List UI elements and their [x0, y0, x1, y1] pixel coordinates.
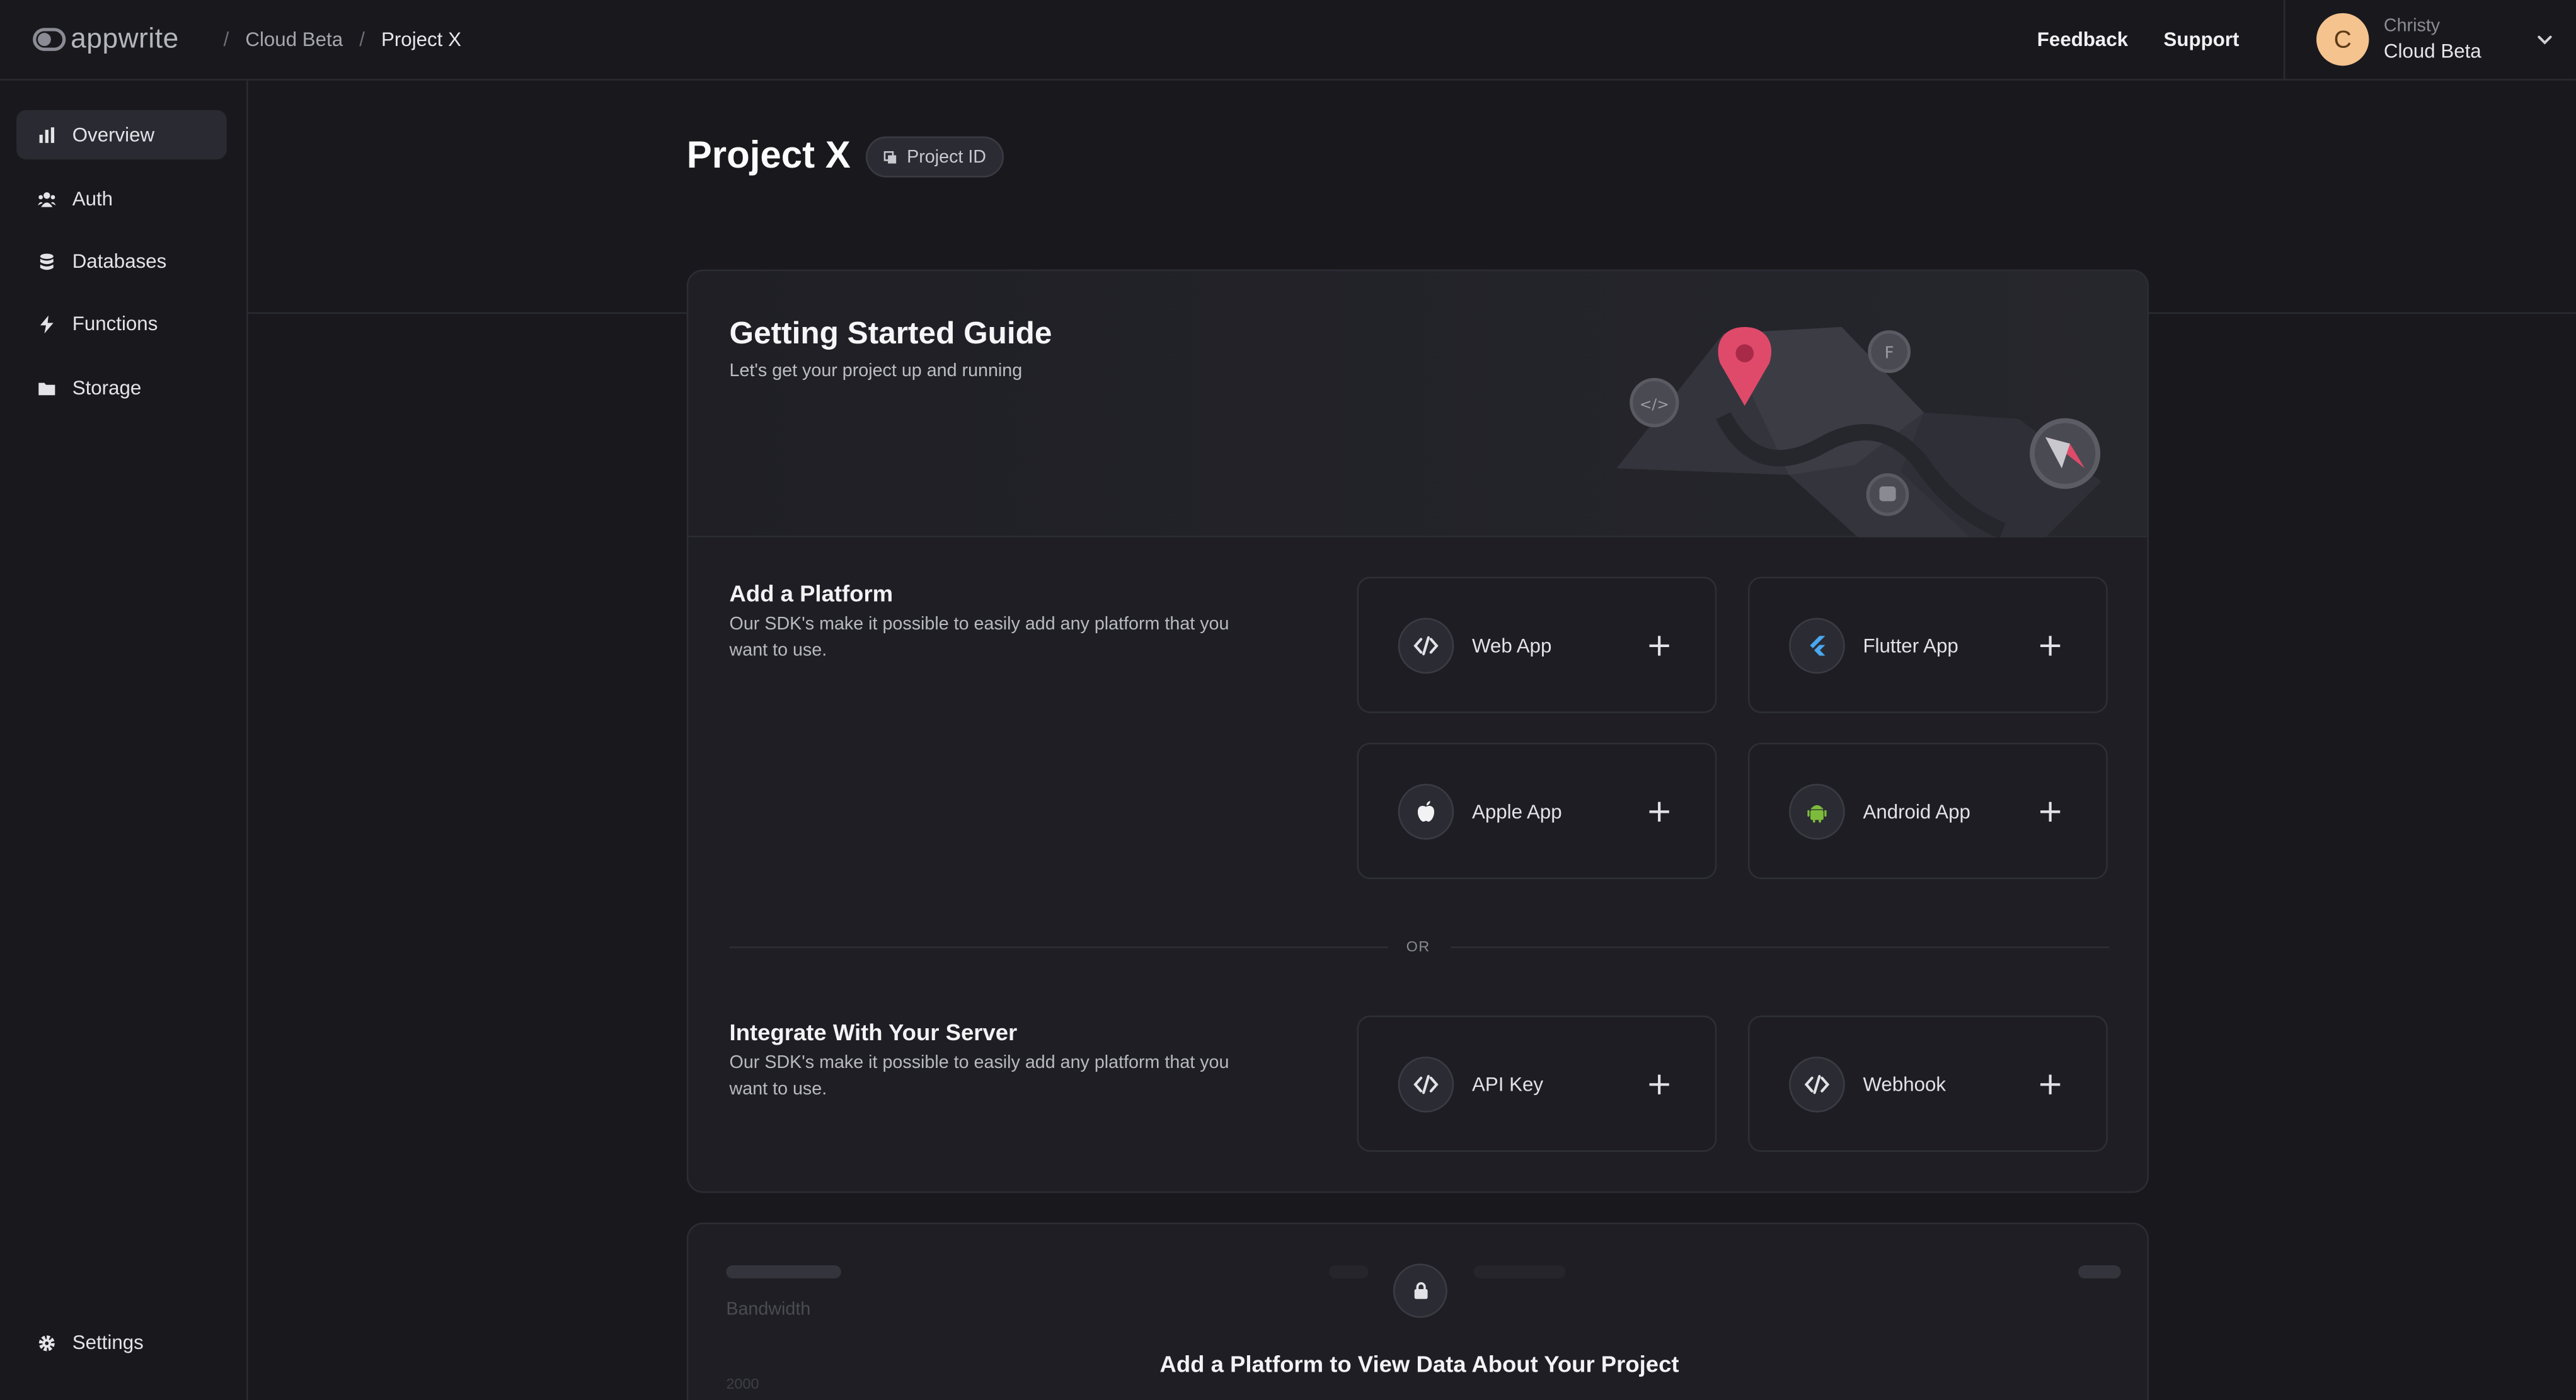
web-app-tile[interactable]: Web App: [1357, 577, 1717, 713]
tile-label: Android App: [1863, 800, 1970, 823]
guide-title: Getting Started Guide: [729, 317, 1052, 352]
guide-subtitle: Let's get your project up and running: [729, 361, 1023, 382]
placeholder-bar: [2078, 1265, 2121, 1279]
svg-text:F: F: [1885, 344, 1894, 363]
sidebar: Overview Auth Databases Functions Storag…: [0, 80, 248, 1400]
project-id-label: Project ID: [907, 147, 987, 167]
feedback-button[interactable]: Feedback: [2037, 28, 2128, 51]
svg-text:</>: </>: [1640, 395, 1669, 413]
top-bar: appwrite / Cloud Beta / Project X Feedba…: [0, 0, 2576, 81]
tile-label: Apple App: [1471, 800, 1562, 823]
user-name[interactable]: Christy: [2384, 16, 2440, 36]
bandwidth-label: Bandwidth: [726, 1299, 811, 1320]
breadcrumb: / Cloud Beta / Project X: [224, 28, 461, 51]
breadcrumb-separator: /: [359, 28, 365, 51]
app-window: appwrite / Cloud Beta / Project X Feedba…: [0, 0, 2576, 1400]
android-icon: [1789, 784, 1845, 840]
plus-icon[interactable]: [1648, 800, 1670, 823]
sidebar-item-label: Storage: [72, 376, 142, 399]
lightning-icon: [40, 314, 54, 333]
chevron-down-icon[interactable]: [2535, 30, 2555, 49]
code-icon: [1789, 1056, 1845, 1113]
flutter-app-tile[interactable]: Flutter App: [1747, 577, 2108, 713]
sidebar-item-label: Databases: [72, 250, 167, 273]
database-icon: [40, 253, 54, 270]
apple-icon: [1398, 784, 1454, 840]
plus-icon[interactable]: [2038, 800, 2061, 823]
bar-chart-icon: [39, 126, 55, 142]
sidebar-item-settings[interactable]: Settings: [16, 1318, 227, 1367]
add-platform-cta: Add a Platform to View Data About Your P…: [1159, 1350, 1679, 1377]
plus-icon[interactable]: [1648, 1073, 1670, 1096]
getting-started-card: Getting Started Guide Let's get your pro…: [686, 269, 2149, 1193]
logo-wordmark: appwrite: [71, 23, 179, 55]
page-title: Project X: [686, 133, 851, 176]
sidebar-item-overview[interactable]: Overview: [16, 110, 227, 159]
support-button[interactable]: Support: [2164, 28, 2240, 51]
tile-label: API Key: [1471, 1073, 1544, 1096]
sidebar-item-functions[interactable]: Functions: [16, 299, 227, 348]
lock-icon: [1393, 1263, 1447, 1318]
code-icon: [1398, 1056, 1454, 1113]
placeholder-bar: [726, 1265, 841, 1279]
flutter-icon: [1789, 617, 1845, 674]
sidebar-item-label: Overview: [72, 123, 155, 147]
axis-value: 2000: [726, 1375, 759, 1392]
sidebar-item-databases[interactable]: Databases: [16, 237, 227, 286]
usage-card: Bandwidth 2000 Add a Platform to View Da…: [686, 1222, 2149, 1400]
sidebar-item-label: Settings: [72, 1331, 144, 1354]
apple-app-tile[interactable]: Apple App: [1357, 742, 1717, 880]
plus-icon[interactable]: [2038, 634, 2061, 658]
gear-icon: [38, 1334, 55, 1351]
plus-icon[interactable]: [1648, 634, 1670, 658]
breadcrumb-org[interactable]: Cloud Beta: [245, 28, 343, 51]
logo-mark-icon: [33, 28, 66, 51]
breadcrumb-project[interactable]: Project X: [381, 28, 461, 51]
tile-label: Web App: [1471, 634, 1552, 658]
sidebar-item-storage[interactable]: Storage: [16, 363, 227, 412]
android-app-tile[interactable]: Android App: [1747, 742, 2108, 880]
add-platform-description: Our SDK's make it possible to easily add…: [729, 614, 1229, 661]
sidebar-item-label: Functions: [72, 312, 158, 336]
sidebar-item-auth[interactable]: Auth: [16, 174, 227, 223]
placeholder-bar: [1329, 1265, 1369, 1279]
or-divider-right: [1451, 946, 2110, 948]
or-label: OR: [1406, 938, 1430, 955]
api-key-tile[interactable]: API Key: [1357, 1015, 1717, 1152]
integrate-server-description: Our SDK's make it possible to easily add…: [729, 1053, 1229, 1099]
avatar[interactable]: C: [2316, 13, 2369, 66]
header-divider: [2283, 0, 2286, 81]
webhook-tile[interactable]: Webhook: [1747, 1015, 2108, 1152]
integrate-server-title: Integrate With Your Server: [729, 1018, 1018, 1045]
placeholder-bar: [1473, 1265, 1566, 1279]
plus-icon[interactable]: [2038, 1073, 2061, 1096]
sidebar-item-label: Auth: [72, 187, 113, 210]
add-platform-title: Add a Platform: [729, 580, 894, 607]
tile-label: Webhook: [1863, 1073, 1946, 1096]
breadcrumb-separator: /: [223, 28, 229, 51]
or-divider-left: [729, 946, 1388, 948]
copy-icon: [883, 151, 897, 164]
tile-label: Flutter App: [1863, 634, 1958, 658]
guide-hero: Getting Started Guide Let's get your pro…: [688, 271, 2148, 537]
map-illustration: </> F: [1616, 326, 2102, 537]
users-icon: [37, 191, 56, 207]
folder-icon: [38, 382, 55, 394]
code-icon: [1398, 617, 1454, 674]
user-org[interactable]: Cloud Beta: [2384, 40, 2481, 63]
project-id-button[interactable]: Project ID: [865, 136, 1004, 178]
appwrite-logo[interactable]: appwrite: [33, 23, 179, 56]
